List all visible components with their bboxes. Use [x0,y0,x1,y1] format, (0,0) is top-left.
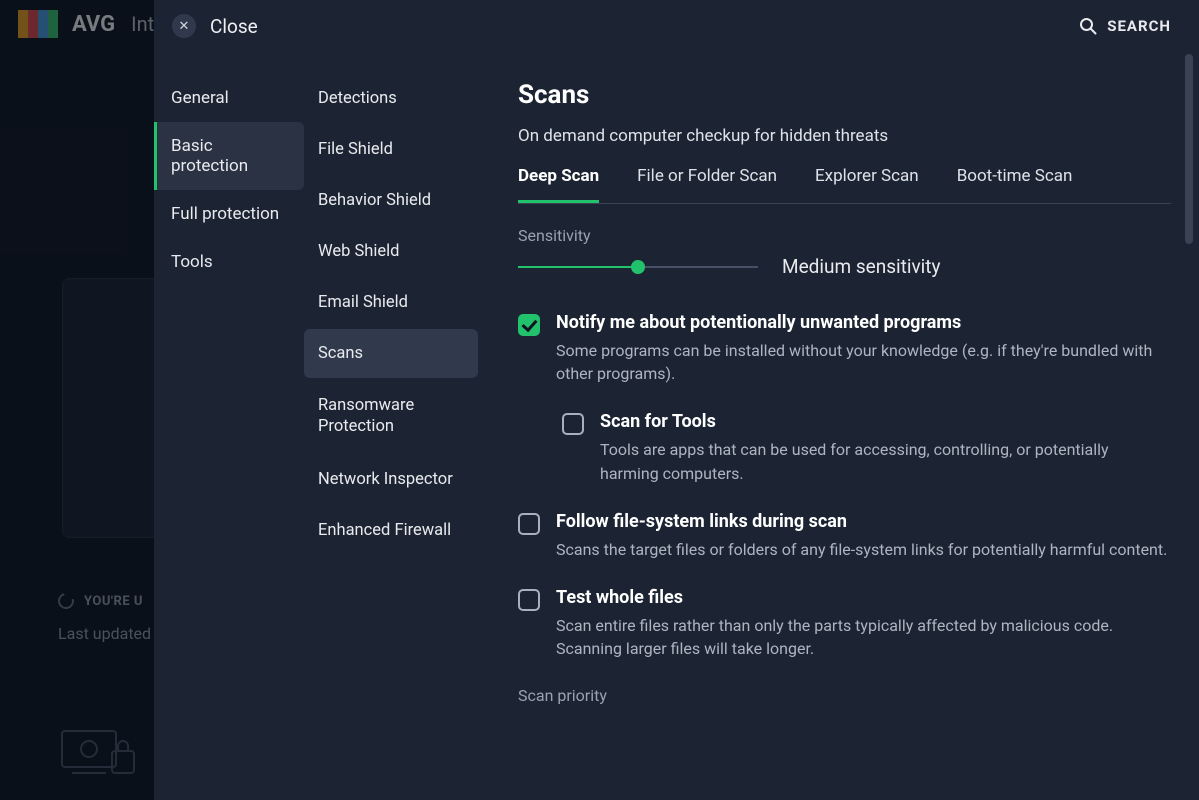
option-whole-files-desc: Scan entire files rather than only the p… [556,614,1171,660]
nav-basic-protection[interactable]: Basic protection [154,122,304,190]
option-follow-links-title: Follow file-system links during scan [556,511,1171,532]
tab-boot-time-scan[interactable]: Boot-time Scan [957,166,1073,203]
nav-tools[interactable]: Tools [154,238,304,286]
page-subtitle: On demand computer checkup for hidden th… [518,126,1171,146]
search-label: SEARCH [1107,17,1171,35]
checkbox-test-whole-files[interactable] [518,589,540,611]
tab-deep-scan[interactable]: Deep Scan [518,166,599,203]
content-scroll[interactable]: Scans On demand computer checkup for hid… [518,80,1177,800]
sensitivity-label: Sensitivity [518,226,1171,245]
sensitivity-slider[interactable] [518,258,758,276]
subnav-web-shield[interactable]: Web Shield [304,227,478,276]
subnav-detections[interactable]: Detections [304,74,478,123]
content-area: Scans On demand computer checkup for hid… [482,46,1199,800]
subnav-ransomware[interactable]: Ransomware Protection [304,380,478,453]
option-test-whole-files: Test whole files Scan entire files rathe… [518,587,1171,660]
checkbox-pup[interactable] [518,314,540,336]
option-pup-title: Notify me about potentionally unwanted p… [556,312,1171,333]
checkbox-follow-links[interactable] [518,513,540,535]
secondary-nav: Detections File Shield Behavior Shield W… [304,46,482,800]
checkbox-scan-tools[interactable] [562,413,584,435]
option-follow-links: Follow file-system links during scan Sca… [518,511,1171,561]
panel-header: ✕ Close SEARCH [154,0,1199,46]
subnav-file-shield[interactable]: File Shield [304,125,478,174]
tab-explorer-scan[interactable]: Explorer Scan [815,166,919,203]
option-pup: Notify me about potentionally unwanted p… [518,312,1171,385]
sensitivity-value: Medium sensitivity [782,255,941,278]
subnav-enhanced-firewall[interactable]: Enhanced Firewall [304,506,478,555]
tab-file-folder-scan[interactable]: File or Folder Scan [637,166,777,203]
close-label: Close [210,15,258,38]
subnav-behavior-shield[interactable]: Behavior Shield [304,176,478,225]
close-button[interactable]: ✕ Close [172,14,258,38]
option-scan-tools: Scan for Tools Tools are apps that can b… [562,411,1171,484]
option-whole-files-title: Test whole files [556,587,1171,608]
sensitivity-row: Medium sensitivity [518,255,1171,278]
option-pup-desc: Some programs can be installed without y… [556,339,1171,385]
settings-panel: ✕ Close SEARCH General Basic protection … [154,0,1199,800]
search-button[interactable]: SEARCH [1079,17,1171,35]
search-icon [1079,17,1097,35]
close-icon[interactable]: ✕ [172,14,196,38]
scan-tabs: Deep Scan File or Folder Scan Explorer S… [518,166,1171,204]
option-follow-links-desc: Scans the target files or folders of any… [556,538,1171,561]
priority-label: Scan priority [518,686,1171,705]
page-title: Scans [518,80,1171,110]
primary-nav: General Basic protection Full protection… [154,46,304,800]
subnav-network-inspector[interactable]: Network Inspector [304,455,478,504]
slider-thumb[interactable] [631,260,645,274]
nav-full-protection[interactable]: Full protection [154,190,304,238]
option-scan-tools-desc: Tools are apps that can be used for acce… [600,438,1171,484]
subnav-scans[interactable]: Scans [304,329,478,378]
subnav-email-shield[interactable]: Email Shield [304,278,478,327]
nav-general[interactable]: General [154,74,304,122]
option-scan-tools-title: Scan for Tools [600,411,1171,432]
